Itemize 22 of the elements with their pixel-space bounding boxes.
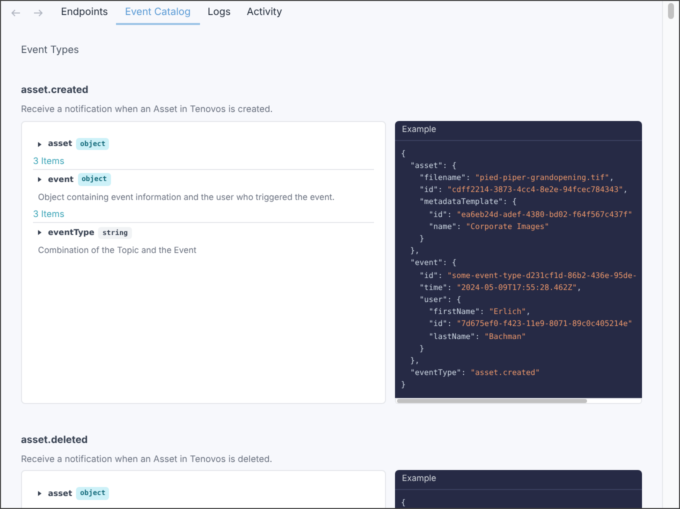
nav-tab[interactable]: Endpoints — [53, 1, 116, 25]
nav-tab[interactable]: Logs — [200, 1, 239, 25]
scrollbar-thumb[interactable] — [397, 398, 587, 402]
caret-icon[interactable] — [38, 142, 42, 146]
property-name: event — [48, 174, 74, 186]
caret-icon[interactable] — [38, 491, 42, 496]
property-name: asset — [48, 138, 72, 150]
scrollbar-thumb[interactable] — [668, 3, 674, 19]
property-description: Combination of the Topic and the Event — [37, 245, 198, 258]
caret-icon[interactable] — [38, 230, 42, 236]
caret-icon[interactable] — [38, 177, 42, 182]
property-description: Object containing event information and the user who triggered the event. — [37, 192, 336, 205]
panel-title: Example — [395, 120, 642, 140]
nav-tab[interactable]: Activity — [238, 1, 290, 25]
event-name: asset.deleted — [21, 432, 89, 448]
event-description: Receive a notification when an Asset in Tenovos is created. — [21, 103, 274, 116]
property-name: eventType — [48, 226, 94, 239]
section-heading: Event Types — [21, 43, 80, 58]
event-description: Receive a notification when an Asset in Tenovos is deleted. — [21, 452, 274, 466]
panel-title: Example — [395, 470, 642, 490]
property-name: asset — [48, 488, 72, 500]
event-name: asset.created — [21, 83, 90, 98]
